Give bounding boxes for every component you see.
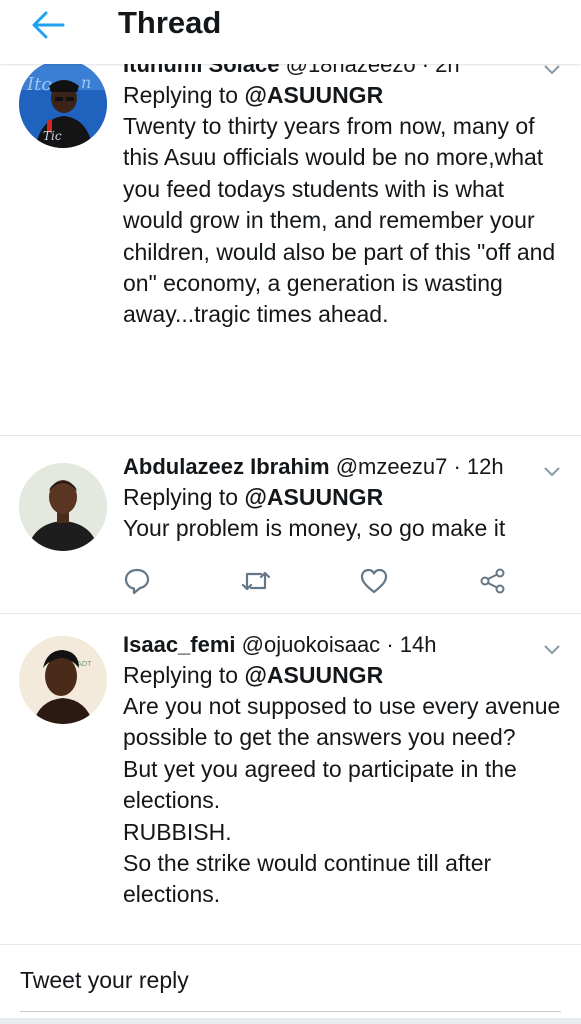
like-icon [360, 568, 388, 594]
app-header: Thread [0, 0, 581, 64]
chevron-down-icon[interactable] [541, 460, 563, 482]
tweet-time: 12h [466, 454, 504, 479]
page-title: Thread [118, 5, 222, 40]
svg-text:ADT: ADT [77, 660, 92, 668]
avatar[interactable] [19, 463, 107, 551]
reply-icon [124, 568, 150, 595]
svg-text:Tic: Tic [43, 129, 62, 143]
chevron-down-icon[interactable] [541, 638, 563, 660]
reply-input[interactable]: Tweet your reply [20, 967, 189, 994]
back-arrow-icon [32, 11, 65, 39]
tweet[interactable]: Ito n Tic Itunumi Solace @18nazeezo · 2h… [0, 64, 581, 483]
avatar-image: Ito n Tic [19, 64, 107, 148]
share-button[interactable] [479, 564, 507, 598]
separator-dot: · [421, 64, 430, 77]
tweet[interactable]: ADT Isaac_femi @ojuokoisaac · 14h Replyi… [0, 614, 581, 944]
retweet-icon [241, 571, 271, 591]
reply-input-underline [20, 1011, 561, 1012]
separator-dot: · [386, 632, 394, 657]
avatar-image: ADT [19, 636, 107, 724]
chevron-down-icon[interactable] [541, 64, 563, 80]
system-nav-strip [0, 1018, 581, 1024]
mention-link[interactable]: @ASUUNGR [244, 484, 383, 510]
avatar[interactable]: ADT [19, 636, 107, 724]
tweet-time: 14h [399, 632, 437, 657]
avatar-image [19, 463, 107, 551]
share-icon [480, 568, 505, 594]
tweet-time: 2h [435, 64, 460, 77]
avatar[interactable]: Ito n Tic [19, 64, 107, 148]
thread-feed[interactable]: Ito n Tic Itunumi Solace @18nazeezo · 2h… [0, 64, 581, 944]
author-handle: @ojuokoisaac [241, 632, 381, 657]
reply-composer: Tweet your reply [0, 944, 581, 1024]
tweet-header: Itunumi Solace @18nazeezo · 2h [123, 64, 565, 80]
back-button[interactable] [24, 8, 72, 42]
retweet-button[interactable] [241, 564, 271, 598]
replying-to-label: Replying to [123, 484, 239, 510]
author-name[interactable]: Abdulazeez Ibrahim [123, 454, 330, 479]
like-button[interactable] [360, 564, 396, 598]
mention-link[interactable]: @ASUUNGR [244, 662, 383, 688]
author-name[interactable]: Isaac_femi [123, 632, 236, 657]
separator-dot: · [453, 454, 461, 479]
author-handle: @18nazeezo [285, 64, 416, 77]
reply-button[interactable] [123, 564, 151, 598]
tweet-header: Isaac_femi @ojuokoisaac · 14h [123, 630, 565, 660]
tweet-header: Abdulazeez Ibrahim @mzeezu7 · 12h [123, 452, 565, 482]
tweet-text: Are you not supposed to use every avenue… [123, 693, 561, 908]
svg-text:Ito: Ito [26, 74, 52, 95]
tweet-text: Twenty to thirty years from now, many of… [123, 113, 556, 328]
svg-text:n: n [81, 73, 91, 92]
replying-to: Replying to @ASUUNGR [123, 482, 565, 513]
tweet[interactable]: Abdulazeez Ibrahim @mzeezu7 · 12h Replyi… [0, 436, 581, 614]
replying-to: Replying to @ASUUNGR [123, 660, 565, 691]
replying-to-label: Replying to [123, 662, 239, 688]
tweet-text: Your problem is money, so go make it [123, 515, 506, 541]
replying-to-label: Replying to [123, 82, 239, 108]
replying-to: Replying to @ASUUNGR [123, 80, 565, 111]
mention-link[interactable]: @ASUUNGR [244, 82, 383, 108]
tweet-actions [123, 564, 523, 598]
author-handle: @mzeezu7 [335, 454, 448, 479]
author-name[interactable]: Itunumi Solace [123, 64, 279, 77]
